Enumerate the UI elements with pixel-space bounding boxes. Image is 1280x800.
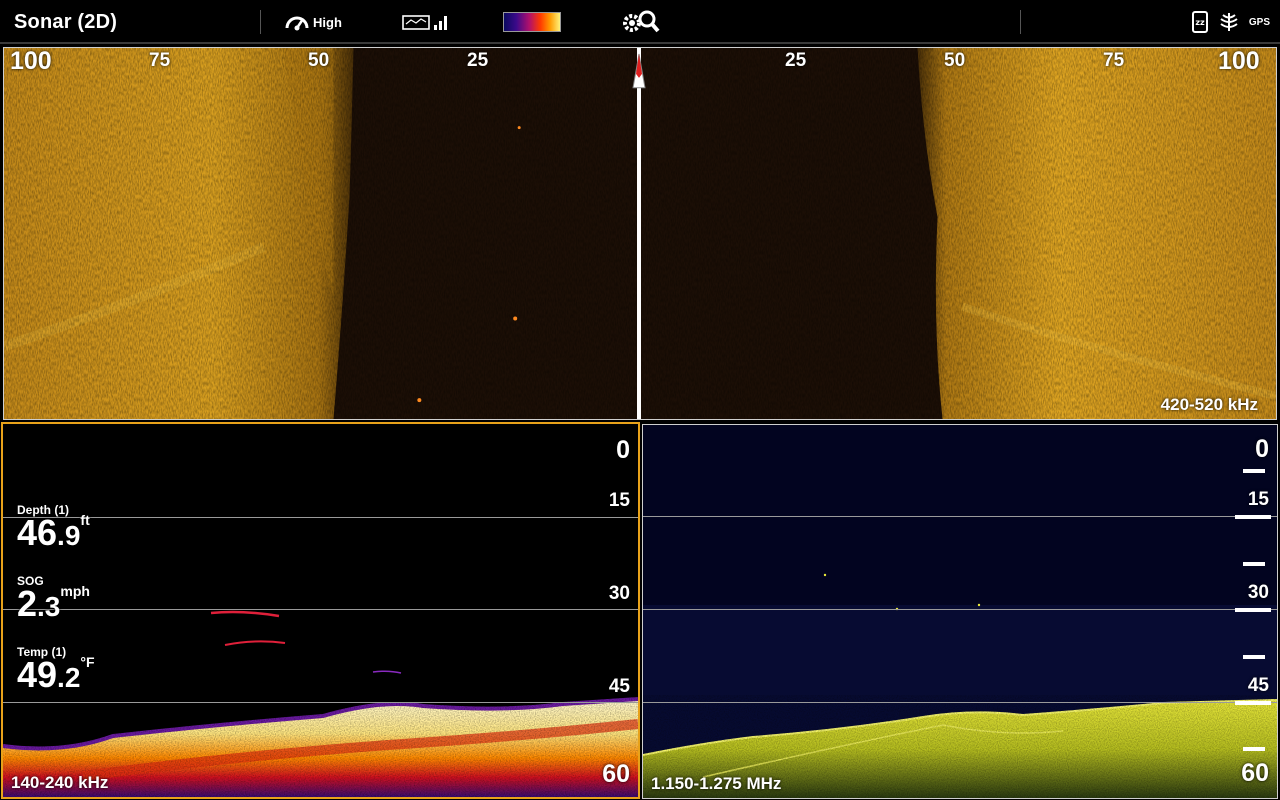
range-label-left: 25 [467, 50, 489, 71]
depth-scale-tick [1235, 608, 1271, 612]
svg-text:zz: zz [1195, 18, 1205, 27]
range-label-left: 100 [10, 47, 52, 75]
range-label-left: 50 [308, 50, 330, 71]
readout-unit: °F [80, 654, 95, 670]
sleep-icon[interactable]: zz [1191, 11, 1209, 33]
range-label-right: 100 [1218, 47, 1260, 75]
range-label-right: 50 [944, 50, 966, 71]
sog-readout[interactable]: SOG 2.3mph [17, 575, 90, 624]
depth-scale-tick [1243, 469, 1265, 473]
color-palette-bar[interactable] [503, 12, 561, 32]
side-imaging-pane[interactable]: 100 75 50 25 25 50 75 100 420-520 kHz [3, 47, 1277, 420]
depth-scale-label: 60 [602, 760, 630, 788]
divider [1020, 10, 1021, 34]
depth-scale-label: 45 [608, 676, 630, 697]
readout-value: 46 [17, 512, 58, 553]
down-imaging-view [3, 610, 638, 797]
top-bar: Sonar (2D) High zz GPS [0, 0, 1280, 44]
depth-scale-tick [1243, 655, 1265, 659]
settings-zoom-button[interactable] [620, 0, 660, 44]
depth-scale-tick [1243, 562, 1265, 566]
depth-scale-label: 0 [1255, 435, 1269, 463]
range-label-right: 25 [785, 50, 807, 71]
depth-scale-label: 15 [1247, 489, 1269, 510]
divider [260, 10, 261, 34]
readout-decimal: .2 [57, 662, 81, 693]
frequency-label: 420-520 kHz [1160, 395, 1258, 414]
depth-gridline [3, 702, 638, 703]
readout-unit: ft [80, 512, 90, 528]
depth-gridline [3, 609, 638, 610]
gps-icon[interactable]: GPS [1249, 17, 1270, 28]
depth-gridline [643, 516, 1277, 517]
readout-value: 2 [17, 583, 38, 624]
range-label-left: 75 [149, 50, 171, 71]
range-label-right: 75 [1103, 50, 1125, 71]
settings-zoom-icon [623, 10, 660, 33]
depth-scale-tick [1235, 701, 1271, 705]
depth-scale-label: 60 [1241, 759, 1269, 787]
depth-scale-label: 15 [608, 490, 630, 511]
side-imaging-view [4, 48, 1276, 419]
readout-decimal: .9 [57, 520, 81, 551]
depth-readout[interactable]: Depth (1) 46.9ft [17, 504, 90, 553]
view-title[interactable]: Sonar (2D) [14, 0, 117, 44]
depth-scale-tick [1243, 747, 1265, 751]
speedometer-icon [285, 16, 309, 31]
status-icons: zz GPS [1191, 0, 1270, 44]
depth-gridline [3, 517, 638, 518]
speed-label: High [313, 14, 342, 30]
signal-icon [434, 16, 447, 30]
depth-scale-label: 45 [1247, 675, 1269, 696]
depth-gridline [643, 609, 1277, 610]
readout-value: 49 [17, 654, 58, 695]
depth-scale-label: 0 [616, 436, 630, 464]
mega-imaging-view [643, 573, 1277, 798]
depth-scale-label: 30 [1247, 582, 1269, 603]
readout-decimal: .3 [37, 591, 61, 622]
depth-scale-label: 30 [608, 583, 630, 604]
temp-readout[interactable]: Temp (1) 49.2°F [17, 646, 95, 695]
sensitivity-button[interactable]: High [285, 0, 342, 44]
mega-imaging-pane[interactable]: 0 15 30 45 60 1.150-1.275 MHz [642, 424, 1278, 799]
chart-sonar-icon [402, 15, 430, 30]
frequency-label: 1.150-1.275 MHz [651, 774, 782, 793]
depth-gridline [643, 702, 1277, 703]
readout-unit: mph [60, 583, 90, 599]
down-imaging-pane[interactable]: 0 15 30 45 60 Depth (1) 46.9ft SOG 2.3mp… [1, 422, 640, 799]
frequency-label: 140-240 kHz [11, 773, 109, 792]
sonar-icon[interactable] [1219, 11, 1239, 33]
depth-scale-tick [1235, 515, 1271, 519]
chart-sonar-button[interactable] [402, 0, 448, 44]
